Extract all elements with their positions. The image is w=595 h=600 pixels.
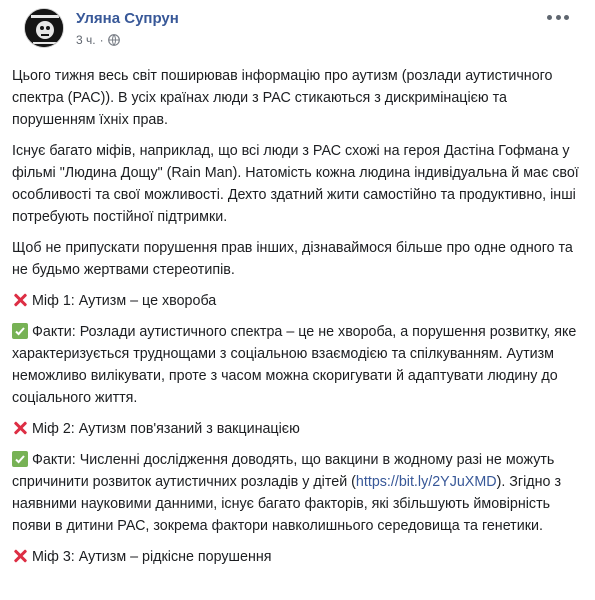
- author-name[interactable]: Уляна Супрун: [76, 10, 179, 27]
- myth-1: Міф 1: Аутизм – це хвороба: [12, 290, 582, 312]
- paragraph-myths: Існує багато міфів, наприклад, що всі лю…: [12, 143, 579, 225]
- post-content: Цього тижня весь світ поширював інформац…: [12, 65, 582, 577]
- post-meta: 3 ч. ·: [76, 33, 120, 47]
- globe-icon: [107, 34, 120, 46]
- myth-3-text: Міф 3: Аутизм – рідкісне порушення: [32, 549, 272, 565]
- check-mark-icon: [12, 451, 28, 467]
- paragraph-call: Щоб не припускати порушення прав інших, …: [12, 240, 573, 278]
- cross-mark-icon: [12, 548, 28, 564]
- post-header: Уляна Супрун 3 ч. ·: [12, 0, 583, 60]
- fact-2: Факти: Численні дослідження доводять, що…: [12, 449, 582, 537]
- cross-mark-icon: [12, 292, 28, 308]
- myth-3: Міф 3: Аутизм – рідкісне порушення: [12, 546, 582, 568]
- paragraph-intro: Цього тижня весь світ поширював інформац…: [12, 68, 553, 128]
- facebook-post: Уляна Супрун 3 ч. · Цього тижня весь сві…: [0, 0, 595, 600]
- fact-1-text: Факти: Розлади аутистичного спектра – це…: [12, 324, 577, 406]
- check-mark-icon: [12, 323, 28, 339]
- avatar[interactable]: [24, 8, 64, 48]
- fact-2-link[interactable]: https://bit.ly/2YJuXMD: [356, 474, 497, 490]
- more-options-icon[interactable]: [547, 10, 569, 24]
- fact-1: Факти: Розлади аутистичного спектра – це…: [12, 321, 582, 409]
- post-time[interactable]: 3 ч.: [76, 33, 96, 47]
- myth-1-text: Міф 1: Аутизм – це хвороба: [32, 293, 217, 309]
- myth-2-text: Міф 2: Аутизм пов'язаний з вакцинацією: [32, 421, 300, 437]
- cross-mark-icon: [12, 420, 28, 436]
- avatar-logo-icon: [25, 9, 63, 47]
- myth-2: Міф 2: Аутизм пов'язаний з вакцинацією: [12, 418, 582, 440]
